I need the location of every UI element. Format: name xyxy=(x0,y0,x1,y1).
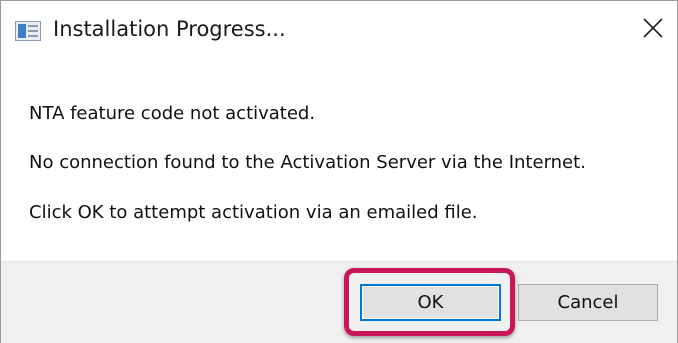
message-area: NTA feature code not activated. No conne… xyxy=(1,61,677,261)
message-line-1: NTA feature code not activated. xyxy=(29,103,316,124)
title-bar: Installation Progress... xyxy=(1,1,677,61)
window-title: Installation Progress... xyxy=(53,17,286,41)
message-line-2: No connection found to the Activation Se… xyxy=(29,152,586,173)
close-button[interactable] xyxy=(633,11,673,49)
button-bar: OK Cancel xyxy=(1,261,677,343)
app-icon xyxy=(15,21,41,41)
ok-button[interactable]: OK xyxy=(360,284,501,321)
message-line-3: Click OK to attempt activation via an em… xyxy=(29,202,478,223)
cancel-button[interactable]: Cancel xyxy=(518,284,658,321)
installation-progress-dialog: Installation Progress... NTA feature cod… xyxy=(0,0,678,343)
close-icon xyxy=(642,17,664,43)
